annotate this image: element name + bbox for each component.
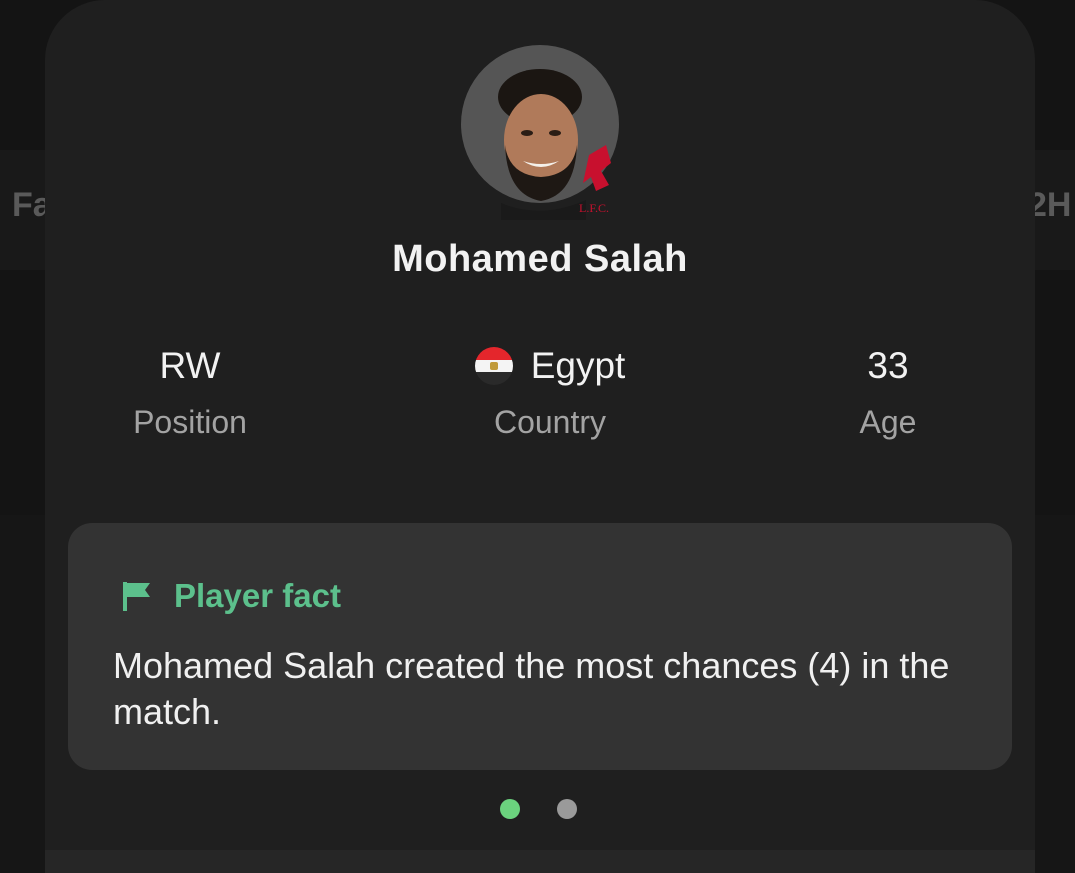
stat-age-value: 33: [758, 342, 1018, 390]
player-name: Mohamed Salah: [392, 238, 688, 280]
stat-age-label: Age: [859, 404, 917, 440]
sheet-footer: [45, 850, 1035, 873]
fact-title: Player fact: [174, 577, 341, 614]
egypt-flag-icon: [474, 347, 513, 385]
stat-country-value: Egypt: [420, 342, 680, 390]
stat-position-label: Position: [133, 404, 247, 440]
country-value: Egypt: [530, 345, 626, 386]
fact-text: Mohamed Salah created the most chances (…: [113, 645, 950, 732]
stat-position: RW Position: [60, 342, 320, 441]
page-dot-active[interactable]: [500, 799, 520, 819]
page-dot-inactive[interactable]: [557, 799, 577, 819]
page-indicator: [500, 799, 577, 819]
stat-country[interactable]: Egypt Country: [420, 342, 680, 441]
position-value: RW: [159, 345, 221, 386]
stat-age: 33 Age: [758, 342, 1018, 441]
player-avatar: L.F.C.: [461, 45, 619, 220]
player-fact-card[interactable]: Player fact Mohamed Salah created the mo…: [68, 523, 1012, 770]
age-value: 33: [867, 345, 909, 386]
flag-icon: [123, 582, 150, 611]
fact-header: Player fact: [120, 577, 341, 615]
player-bottom-sheet: L.F.C. Mohamed Salah RW Position Egypt C…: [45, 0, 1035, 873]
stat-position-value: RW: [60, 342, 320, 390]
player-photo-icon: L.F.C.: [498, 69, 611, 220]
stat-country-label: Country: [493, 404, 607, 440]
club-badge-text: L.F.C.: [579, 201, 609, 215]
